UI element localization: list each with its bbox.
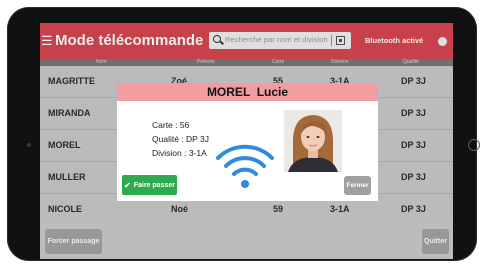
- close-button[interactable]: Fermer: [344, 176, 371, 195]
- home-button[interactable]: [468, 139, 480, 151]
- pass-button[interactable]: ✔ Faire passer: [122, 175, 177, 195]
- student-name: MOREL Lucie: [117, 83, 378, 101]
- app-screen: ☰ Mode télécommande Recherche par nom et…: [40, 23, 453, 259]
- camera-dot: [27, 143, 31, 147]
- card-number: Carte : 56: [152, 120, 190, 130]
- check-icon: ✔: [124, 180, 131, 190]
- student-photo: [284, 110, 342, 172]
- wifi-icon: [216, 144, 274, 188]
- quality-label: Qualité : DP 3J: [152, 134, 210, 144]
- division-label: Division : 3-1A: [152, 148, 207, 158]
- pass-button-label: Faire passer: [133, 181, 175, 189]
- student-modal: MOREL Lucie Carte : 56 Qualité : DP 3J D…: [117, 83, 378, 201]
